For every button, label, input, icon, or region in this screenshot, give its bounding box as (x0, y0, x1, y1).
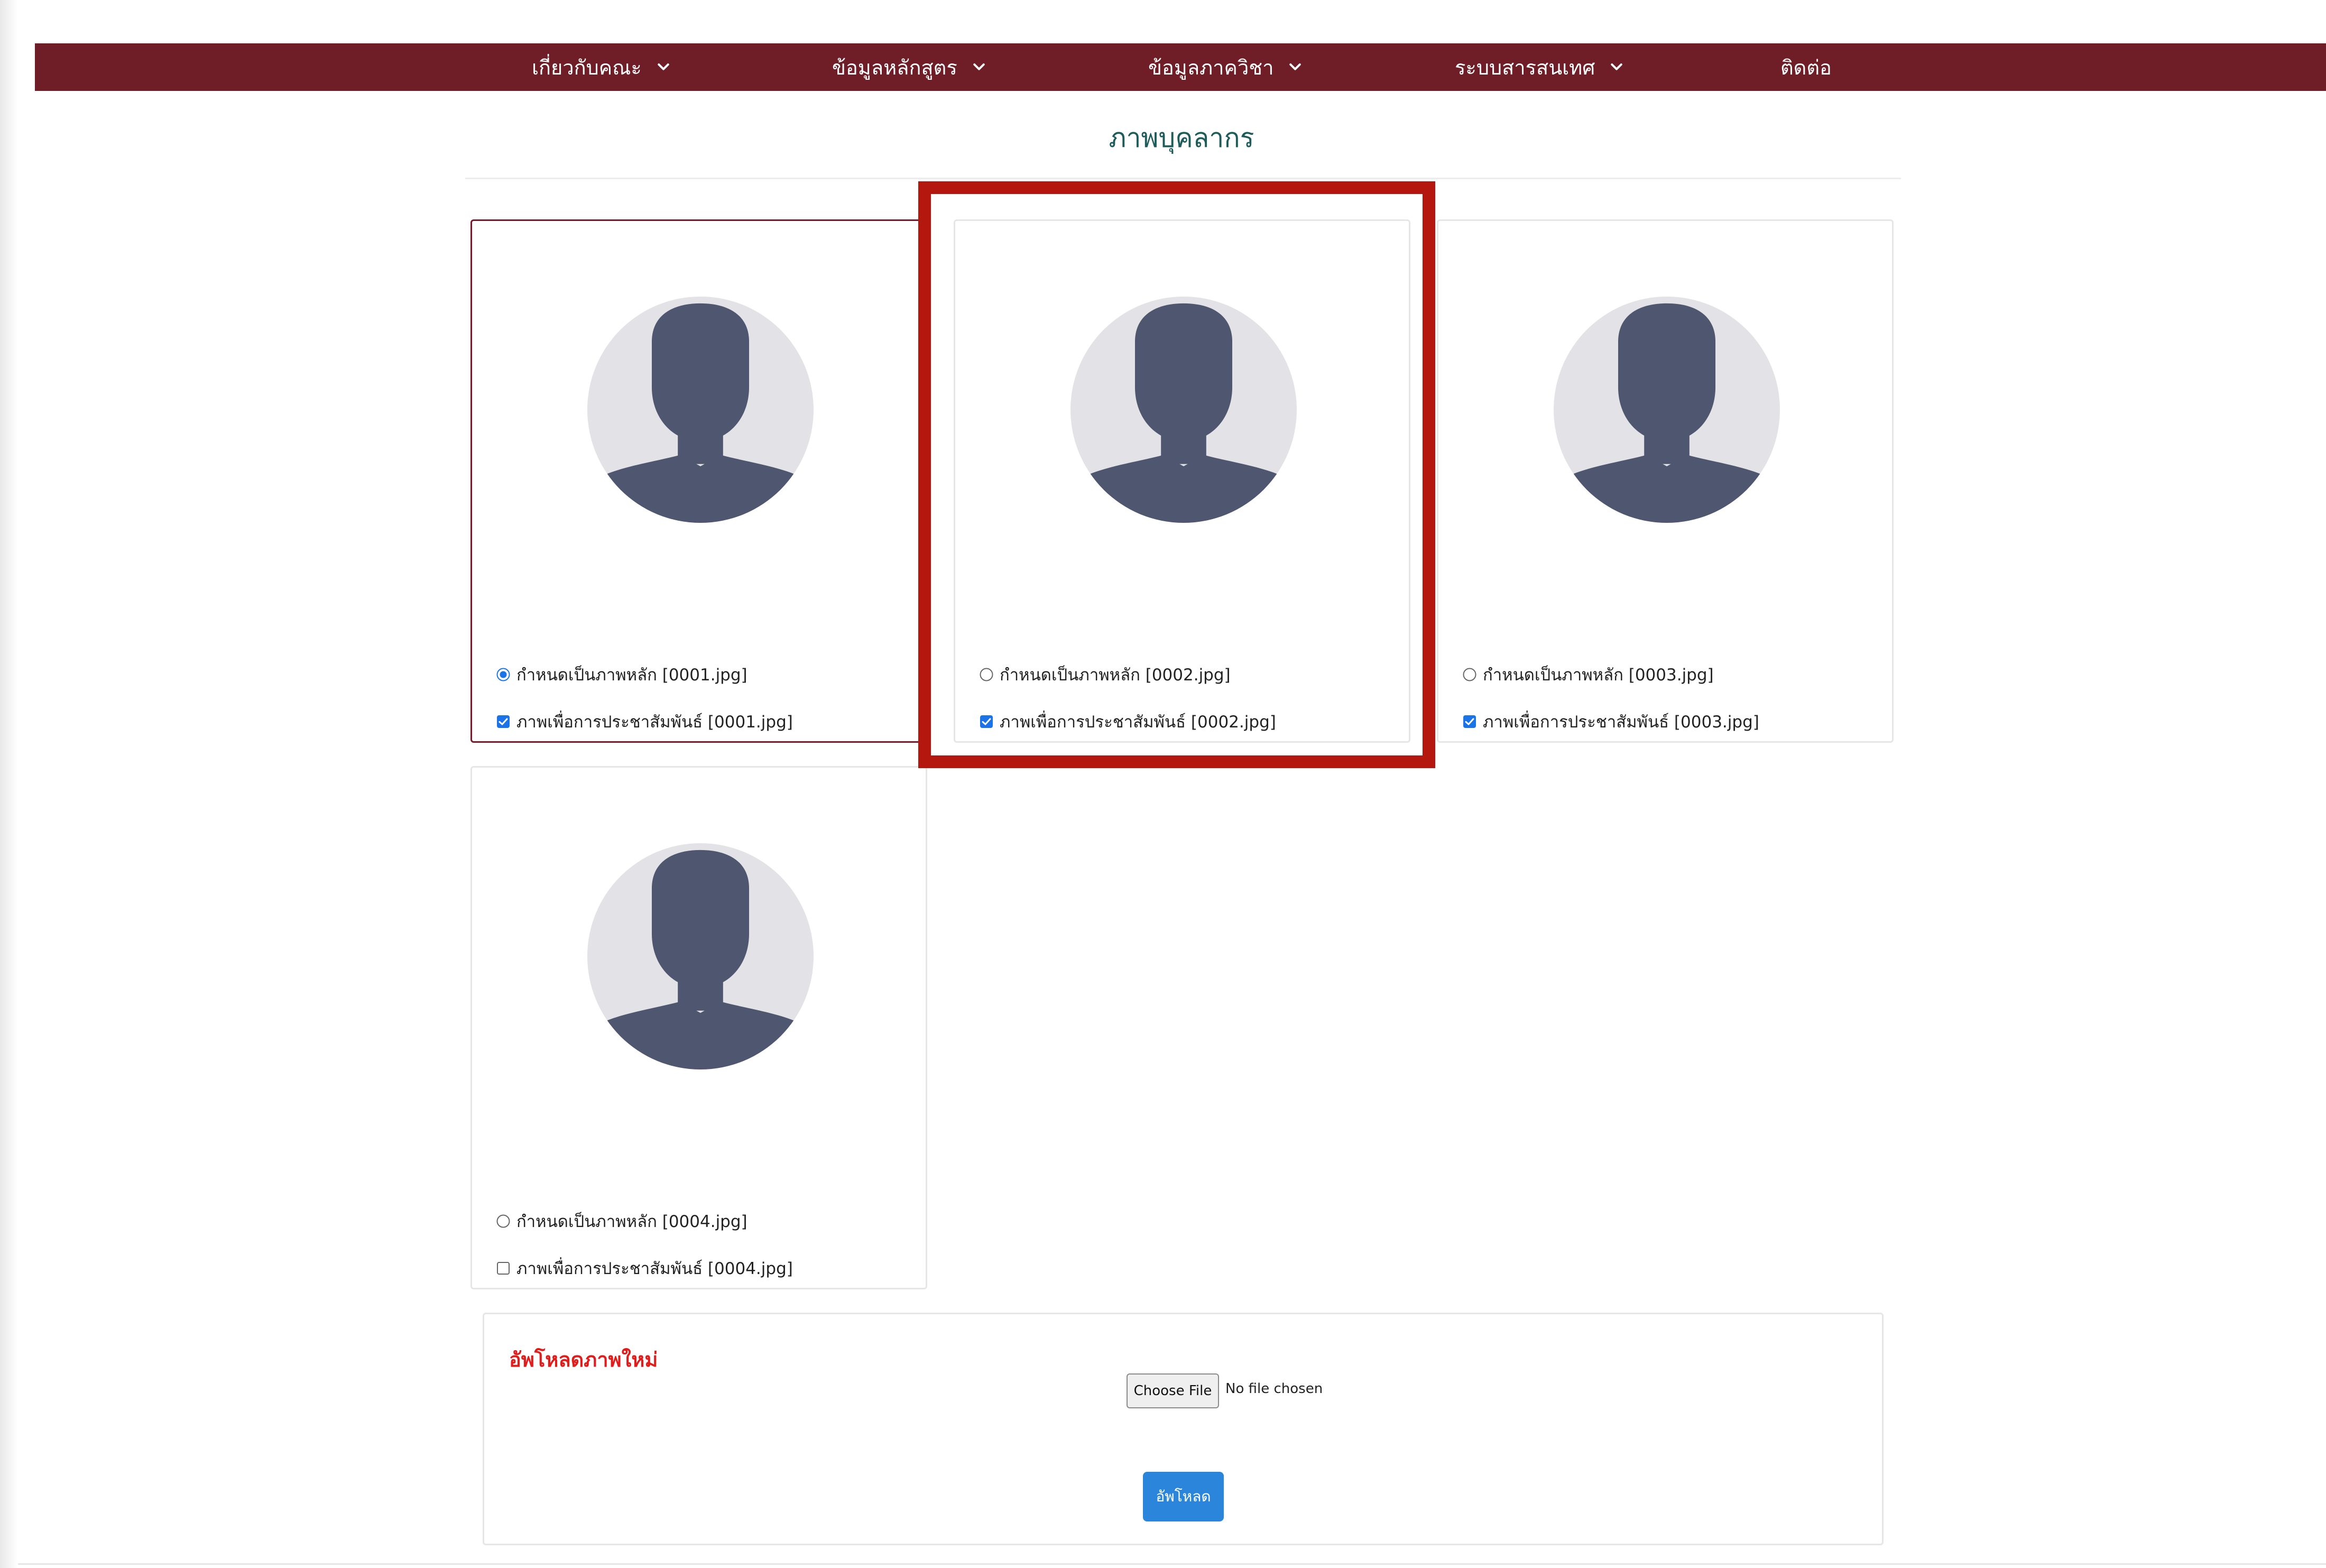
nav-item-about-faculty[interactable]: เกี่ยวกับคณะ (532, 43, 671, 91)
radio-button-unselected[interactable] (980, 668, 993, 681)
set-main-photo-option[interactable]: กำหนดเป็นภาพหลัก [0002.jpg] (980, 661, 1231, 688)
photo-card-0003: กำหนดเป็นภาพหลัก [0003.jpg] ภาพเพื่อการป… (1437, 219, 1894, 743)
set-main-photo-option[interactable]: กำหนดเป็นภาพหลัก [0003.jpg] (1463, 661, 1714, 688)
nav-item-label: เกี่ยวกับคณะ (532, 56, 642, 79)
option-label: กำหนดเป็นภาพหลัก [0001.jpg] (516, 666, 747, 685)
option-label: กำหนดเป็นภาพหลัก [0004.jpg] (516, 1212, 747, 1231)
nav-item-label: ติดต่อ (1780, 56, 1832, 79)
radio-button-unselected[interactable] (496, 1214, 510, 1228)
file-status-text: No file chosen (1225, 1381, 1323, 1397)
nav-item-curriculum[interactable]: ข้อมูลหลักสูตร (832, 43, 987, 91)
pr-photo-option[interactable]: ภาพเพื่อการประชาสัมพันธ์ [0002.jpg] (980, 708, 1276, 735)
nav-item-department[interactable]: ข้อมูลภาควิชา (1148, 43, 1303, 91)
radio-button-selected[interactable] (496, 668, 510, 681)
checkbox-unchecked[interactable] (496, 1261, 510, 1275)
nav-item-contact[interactable]: ติดต่อ (1780, 43, 1832, 91)
checkbox-checked[interactable] (1463, 715, 1476, 728)
option-label: ภาพเพื่อการประชาสัมพันธ์ [0001.jpg] (516, 713, 793, 732)
set-main-photo-option[interactable]: กำหนดเป็นภาพหลัก [0004.jpg] (496, 1208, 747, 1234)
option-label: ภาพเพื่อการประชาสัมพันธ์ [0004.jpg] (516, 1259, 793, 1278)
option-label: ภาพเพื่อการประชาสัมพันธ์ [0002.jpg] (1000, 713, 1276, 732)
page-title: ภาพบุคลากร (1109, 123, 1254, 153)
chevron-down-icon (973, 63, 985, 70)
choose-file-button[interactable]: Choose File (1127, 1373, 1219, 1408)
user-silhouette-icon (587, 297, 814, 523)
option-label: ภาพเพื่อการประชาสัมพันธ์ [0003.jpg] (1483, 713, 1759, 732)
user-silhouette-icon (587, 843, 814, 1069)
window-edge-shadow (0, 0, 18, 1568)
radio-button-unselected[interactable] (1463, 668, 1476, 681)
chevron-down-icon (1611, 63, 1623, 70)
top-navbar: เกี่ยวกับคณะ ข้อมูลหลักสูตร ข้อมูลภาควิช… (35, 43, 2326, 91)
set-main-photo-option[interactable]: กำหนดเป็นภาพหลัก [0001.jpg] (496, 661, 747, 688)
photo-card-0001: กำหนดเป็นภาพหลัก [0001.jpg] ภาพเพื่อการป… (470, 219, 927, 743)
pr-photo-option[interactable]: ภาพเพื่อการประชาสัมพันธ์ [0003.jpg] (1463, 708, 1759, 735)
checkbox-checked[interactable] (980, 715, 993, 728)
photo-card-0002: กำหนดเป็นภาพหลัก [0002.jpg] ภาพเพื่อการป… (954, 219, 1410, 743)
upload-panel: อัพโหลดภาพใหม่ Choose File No file chose… (483, 1313, 1884, 1545)
pr-photo-option[interactable]: ภาพเพื่อการประชาสัมพันธ์ [0001.jpg] (496, 708, 793, 735)
chevron-down-icon (1289, 63, 1302, 70)
nav-item-label: ข้อมูลภาควิชา (1148, 56, 1274, 79)
user-silhouette-icon (1554, 297, 1780, 523)
page-bottom-border (18, 1563, 2326, 1565)
option-label: กำหนดเป็นภาพหลัก [0003.jpg] (1483, 666, 1714, 685)
nav-item-label: ข้อมูลหลักสูตร (832, 56, 957, 79)
pr-photo-option[interactable]: ภาพเพื่อการประชาสัมพันธ์ [0004.jpg] (496, 1255, 793, 1281)
user-silhouette-icon (1070, 297, 1297, 523)
option-label: กำหนดเป็นภาพหลัก [0002.jpg] (1000, 666, 1231, 685)
upload-submit-button[interactable]: อัพโหลด (1143, 1472, 1224, 1521)
page: เกี่ยวกับคณะ ข้อมูลหลักสูตร ข้อมูลภาควิช… (0, 0, 2326, 1568)
nav-item-information-system[interactable]: ระบบสารสนเทศ (1455, 43, 1624, 91)
title-divider (465, 178, 1901, 179)
checkbox-checked[interactable] (496, 715, 510, 728)
photo-card-0004: กำหนดเป็นภาพหลัก [0004.jpg] ภาพเพื่อการป… (470, 766, 927, 1289)
upload-heading: อัพโหลดภาพใหม่ (509, 1348, 658, 1371)
chevron-down-icon (658, 63, 669, 70)
nav-item-label: ระบบสารสนเทศ (1455, 56, 1595, 79)
